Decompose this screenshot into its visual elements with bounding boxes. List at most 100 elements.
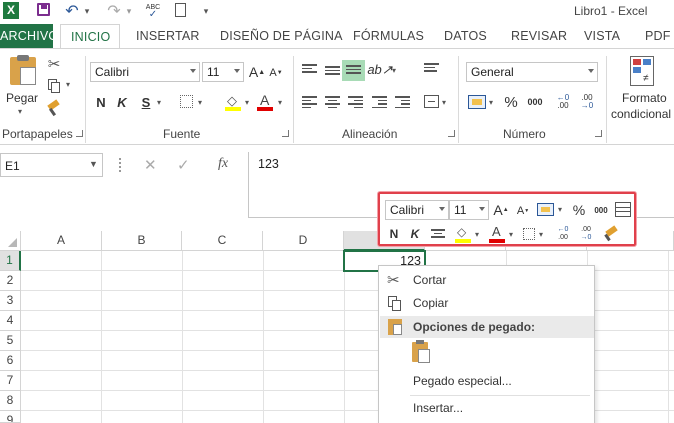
row-header-9[interactable]: 9: [0, 411, 21, 423]
italic-button[interactable]: K: [114, 93, 130, 111]
mini-increase-font-icon[interactable]: A ▲: [492, 201, 510, 219]
mini-table-format-icon[interactable]: [615, 202, 631, 217]
font-color-dropdown-icon[interactable]: ▾: [278, 98, 282, 107]
orientation-icon[interactable]: ab↗: [367, 60, 392, 80]
align-right-icon[interactable]: [348, 96, 363, 108]
column-header-b[interactable]: B: [102, 231, 182, 251]
align-center-icon[interactable]: [325, 96, 340, 108]
tab-revisar[interactable]: REVISAR: [511, 29, 567, 43]
tab-insertar[interactable]: INSERTAR: [136, 29, 200, 43]
copy-dropdown-icon[interactable]: ▾: [66, 80, 70, 89]
font-launcher-icon[interactable]: [282, 130, 289, 137]
mini-accounting-icon[interactable]: [537, 203, 554, 216]
group-separator: [458, 56, 459, 143]
paste-option-button[interactable]: [410, 340, 434, 366]
mini-decrease-font-icon[interactable]: A ▼: [515, 203, 531, 219]
cut-icon[interactable]: ✂: [45, 55, 63, 73]
conditional-format-button[interactable]: ≠ Formato condicional: [610, 54, 674, 124]
mini-decrease-decimal-icon[interactable]: .00 →0: [576, 225, 596, 243]
font-size-combo[interactable]: 11: [202, 62, 244, 82]
enter-icon[interactable]: ✓: [177, 156, 190, 174]
tab-pdf[interactable]: PDF: [645, 29, 671, 43]
merge-center-icon[interactable]: [424, 95, 439, 108]
tab-vista[interactable]: VISTA: [584, 29, 620, 43]
menu-item-insert[interactable]: Insertar...: [380, 397, 594, 419]
borders-icon[interactable]: [180, 95, 193, 108]
column-header-a[interactable]: A: [21, 231, 102, 251]
mini-format-painter-icon[interactable]: [602, 225, 620, 243]
wrap-text-icon[interactable]: [424, 63, 439, 75]
tab-archivo[interactable]: ARCHIVO: [0, 24, 58, 48]
menu-item-paste-special[interactable]: Pegado especial...: [380, 370, 594, 392]
borders-dropdown-icon[interactable]: ▾: [198, 98, 202, 107]
percent-button[interactable]: %: [501, 93, 521, 111]
mini-size-combo[interactable]: 11: [449, 200, 489, 220]
row-header-2[interactable]: 2: [0, 271, 21, 291]
name-box-dropdown-icon[interactable]: ▼: [89, 159, 98, 169]
format-painter-icon[interactable]: [45, 99, 63, 117]
mini-accounting-dropdown-icon[interactable]: ▾: [558, 205, 562, 214]
accounting-dropdown-icon[interactable]: ▾: [489, 98, 493, 107]
mini-italic-button[interactable]: K: [407, 226, 423, 242]
column-header-d[interactable]: D: [263, 231, 344, 251]
tab-diseno[interactable]: DISEÑO DE PÁGINA: [220, 29, 343, 43]
row-header-1[interactable]: 1: [0, 251, 21, 271]
clipboard-launcher-icon[interactable]: [76, 130, 83, 137]
mini-borders-dropdown-icon[interactable]: ▾: [539, 230, 543, 239]
thousands-button[interactable]: 000: [524, 93, 546, 111]
align-top-icon[interactable]: [302, 64, 317, 76]
row-header-5[interactable]: 5: [0, 331, 21, 351]
increase-decimal-icon[interactable]: ←0.00: [553, 92, 573, 112]
mini-font-color-icon[interactable]: A: [488, 224, 506, 244]
tab-formulas[interactable]: FÓRMULAS: [353, 29, 424, 43]
tab-inicio[interactable]: INICIO: [60, 24, 120, 49]
decrease-decimal-icon[interactable]: .00 →0: [577, 92, 597, 112]
decrease-font-icon[interactable]: A ▼: [268, 64, 284, 82]
alignment-launcher-icon[interactable]: [448, 130, 455, 137]
mini-font-color-dropdown-icon[interactable]: ▾: [509, 230, 513, 239]
decrease-indent-icon[interactable]: [372, 96, 387, 108]
align-bottom-icon[interactable]: [342, 60, 365, 81]
mini-thousands-button[interactable]: 000: [591, 202, 611, 218]
cancel-icon[interactable]: ✕: [144, 156, 157, 174]
underline-dropdown-icon[interactable]: ▾: [157, 98, 161, 107]
number-launcher-icon[interactable]: [595, 130, 602, 137]
increase-font-icon[interactable]: A ▲: [248, 62, 266, 82]
increase-indent-icon[interactable]: [395, 96, 410, 108]
row-header-4[interactable]: 4: [0, 311, 21, 331]
row-header-7[interactable]: 7: [0, 371, 21, 391]
font-name-combo[interactable]: Calibri: [90, 62, 200, 82]
merge-dropdown-icon[interactable]: ▾: [442, 98, 446, 107]
mini-center-icon[interactable]: [431, 229, 445, 241]
mini-fill-color-icon[interactable]: ◇: [454, 225, 472, 244]
number-format-combo[interactable]: General: [466, 62, 598, 82]
formula-bar-grip[interactable]: [119, 158, 122, 172]
row-header-6[interactable]: 6: [0, 351, 21, 371]
fill-color-icon[interactable]: ◇: [224, 92, 242, 112]
orientation-dropdown-icon[interactable]: ▾: [392, 66, 396, 75]
mini-font-combo[interactable]: Calibri: [385, 200, 449, 220]
tab-datos[interactable]: DATOS: [444, 29, 487, 43]
mini-fill-dropdown-icon[interactable]: ▾: [475, 230, 479, 239]
paste-button[interactable]: Pegar ▾: [4, 55, 42, 117]
mini-bold-button[interactable]: N: [386, 226, 402, 242]
name-box[interactable]: E1 ▼: [0, 153, 103, 177]
align-left-icon[interactable]: [302, 96, 317, 108]
mini-percent-button[interactable]: %: [570, 201, 588, 219]
mini-borders-icon[interactable]: [523, 228, 535, 240]
menu-item-cut[interactable]: ✂ Cortar: [380, 269, 594, 291]
accounting-format-icon[interactable]: [468, 95, 486, 109]
select-all-corner[interactable]: [0, 231, 21, 251]
font-color-icon[interactable]: A: [256, 92, 274, 112]
insert-function-button[interactable]: fx: [218, 156, 228, 172]
copy-icon[interactable]: [45, 77, 63, 95]
row-header-8[interactable]: 8: [0, 391, 21, 411]
row-header-3[interactable]: 3: [0, 291, 21, 311]
underline-button[interactable]: S: [138, 93, 154, 111]
column-header-c[interactable]: C: [182, 231, 263, 251]
bold-button[interactable]: N: [93, 93, 109, 111]
align-middle-icon[interactable]: [325, 66, 340, 78]
menu-item-copy[interactable]: Copiar: [380, 292, 594, 314]
fill-color-dropdown-icon[interactable]: ▾: [245, 98, 249, 107]
mini-increase-decimal-icon[interactable]: ←0.00: [553, 225, 573, 243]
